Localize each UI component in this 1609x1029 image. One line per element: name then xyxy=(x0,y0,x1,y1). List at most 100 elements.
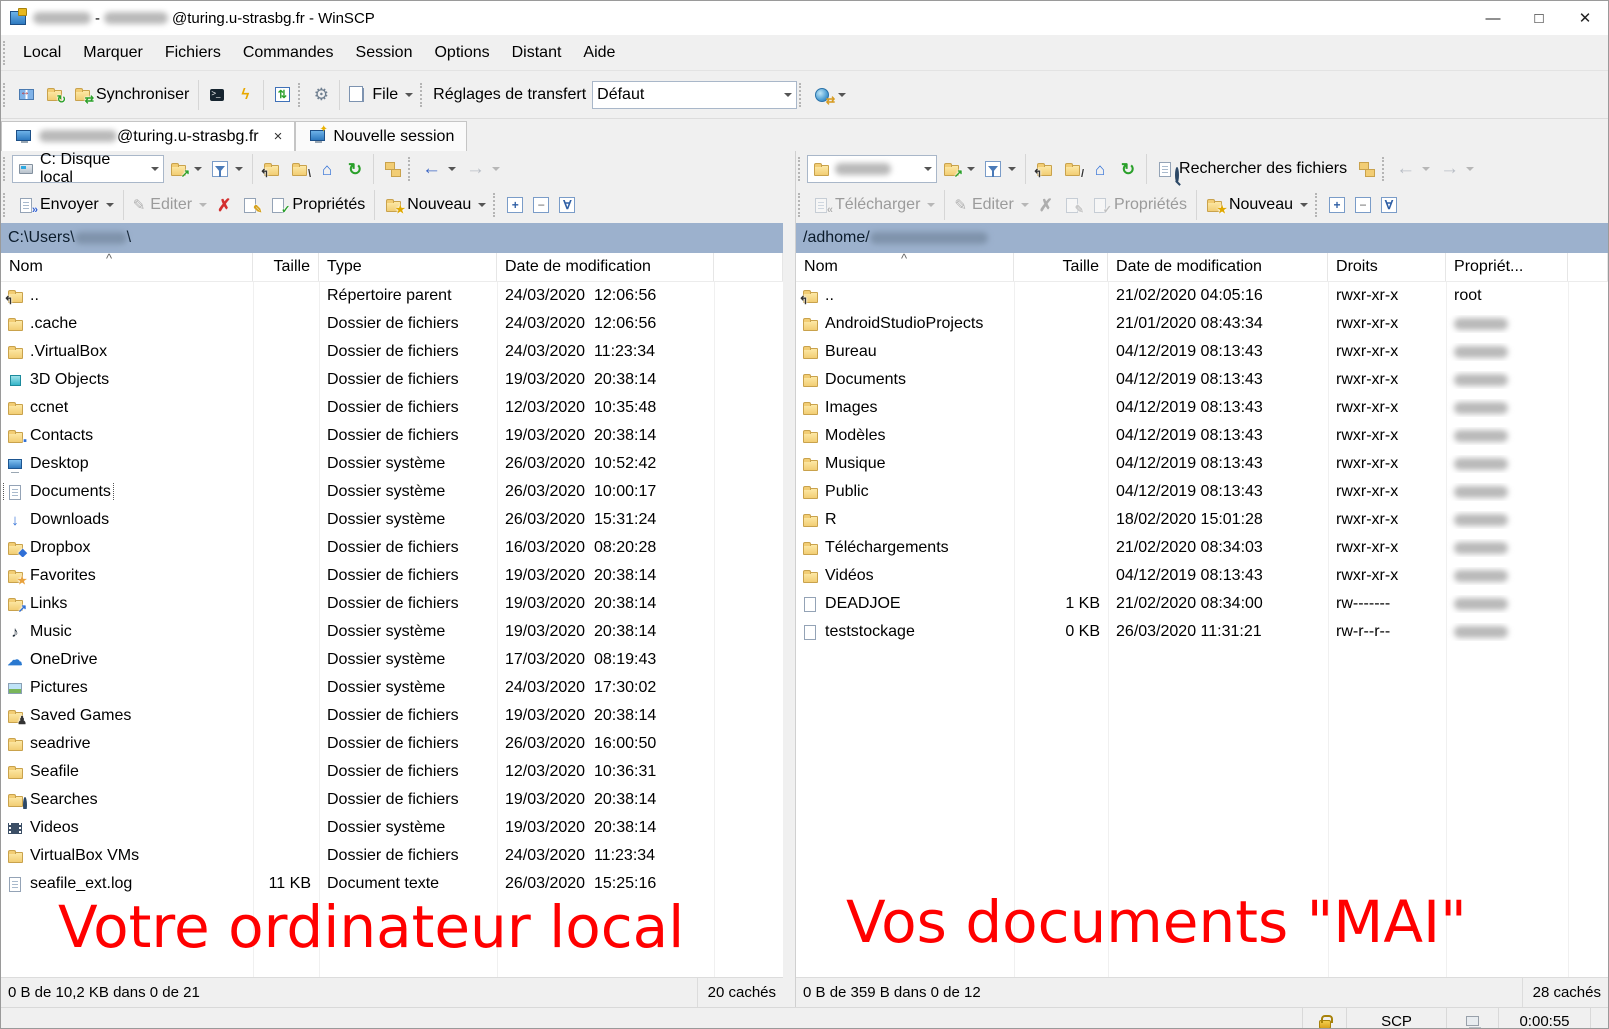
file-row[interactable]: DesktopDossier système26/03/2020 10:52:4… xyxy=(1,450,783,478)
new-session-tab[interactable]: Nouvelle session xyxy=(295,121,467,151)
protocol-cell[interactable]: SCP xyxy=(1346,1008,1446,1029)
menu-distant[interactable]: Distant xyxy=(501,35,573,70)
filter-button[interactable] xyxy=(207,157,248,181)
drive-selector[interactable]: C: Disque local xyxy=(12,155,164,183)
close-tab-icon[interactable]: × xyxy=(274,128,283,145)
transfer-settings-usage-button[interactable] xyxy=(808,83,851,107)
file-row[interactable]: PicturesDossier système24/03/2020 17:30:… xyxy=(1,674,783,702)
forward-button[interactable]: → xyxy=(461,157,505,181)
menu-aide[interactable]: Aide xyxy=(572,35,626,70)
delete-button[interactable]: ✗ xyxy=(212,194,236,217)
file-row[interactable]: .cacheDossier de fichiers24/03/2020 12:0… xyxy=(1,310,783,338)
file-row[interactable]: seafile_ext.log11 KBDocument texte26/03/… xyxy=(1,870,783,898)
remote-path-bar[interactable]: /adhome/ xyxy=(796,223,1608,253)
remote-hidden-count[interactable]: 28 cachés xyxy=(1522,978,1601,1007)
file-row[interactable]: 3D ObjectsDossier de fichiers19/03/2020 … xyxy=(1,366,783,394)
preferences-button[interactable]: ⚙ xyxy=(307,83,335,107)
file-row[interactable]: AndroidStudioProjects21/01/2020 08:43:34… xyxy=(796,310,1608,338)
file-row[interactable]: Vidéos04/12/2019 08:13:43rwxr-xr-x xyxy=(796,562,1608,590)
file-row[interactable]: ♟Saved GamesDossier de fichiers19/03/202… xyxy=(1,702,783,730)
file-row[interactable]: ♪MusicDossier système19/03/2020 20:38:14 xyxy=(1,618,783,646)
back-button[interactable]: ← xyxy=(417,157,461,181)
file-row[interactable]: .VirtualBoxDossier de fichiers24/03/2020… xyxy=(1,338,783,366)
edit-button[interactable]: ✎ Editer xyxy=(128,192,212,218)
directory-tree-button[interactable] xyxy=(1352,157,1380,181)
file-row[interactable]: ◆DropboxDossier de fichiers16/03/2020 08… xyxy=(1,534,783,562)
column-header-nom[interactable]: Nom xyxy=(1,253,253,281)
menu-commandes[interactable]: Commandes xyxy=(232,35,345,70)
file-row[interactable]: ↰..21/02/2020 04:05:16rwxr-xr-xroot xyxy=(796,282,1608,310)
properties-button[interactable]: ✓ Propriétés xyxy=(264,192,370,218)
rename-button[interactable]: ✎ xyxy=(236,193,264,217)
refresh-button[interactable]: ↻ xyxy=(1114,157,1142,181)
file-row[interactable]: ▪ContactsDossier de fichiers19/03/2020 2… xyxy=(1,422,783,450)
column-header-droits[interactable]: Droits xyxy=(1328,253,1446,281)
filter-button[interactable] xyxy=(980,157,1021,181)
menu-session[interactable]: Session xyxy=(345,35,424,70)
file-row[interactable]: DocumentsDossier système26/03/2020 10:00… xyxy=(1,478,783,506)
open-terminal-button[interactable] xyxy=(203,83,231,107)
synchronize-button[interactable]: ⇄ Synchroniser xyxy=(68,82,194,108)
file-row[interactable]: SearchesDossier de fichiers19/03/2020 20… xyxy=(1,786,783,814)
home-directory-button[interactable]: ⌂ xyxy=(313,157,341,181)
properties-button[interactable]: ✓ Propriétés xyxy=(1086,192,1192,218)
file-row[interactable]: Bureau04/12/2019 08:13:43rwxr-xr-x xyxy=(796,338,1608,366)
encryption-cell[interactable] xyxy=(1302,1008,1346,1029)
file-row[interactable]: Téléchargements21/02/2020 08:34:03rwxr-x… xyxy=(796,534,1608,562)
file-row[interactable]: VideosDossier système19/03/2020 20:38:14 xyxy=(1,814,783,842)
file-row[interactable]: VirtualBox VMsDossier de fichiers24/03/2… xyxy=(1,842,783,870)
session-tab[interactable]: @turing.u-strasbg.fr × xyxy=(1,121,295,151)
column-header-proprietaire[interactable]: Propriét... xyxy=(1446,253,1568,281)
local-path-bar[interactable]: C:\Users\\ xyxy=(1,223,783,253)
root-directory-button[interactable]: / xyxy=(1058,157,1086,181)
file-row[interactable]: SeafileDossier de fichiers12/03/2020 10:… xyxy=(1,758,783,786)
local-hidden-count[interactable]: 20 cachés xyxy=(697,978,776,1007)
menu-options[interactable]: Options xyxy=(423,35,500,70)
column-header-date[interactable]: Date de modification xyxy=(1108,253,1328,281)
file-row[interactable]: ☁OneDriveDossier système17/03/2020 08:19… xyxy=(1,646,783,674)
forward-button[interactable]: → xyxy=(1435,157,1479,181)
select-button[interactable]: + xyxy=(502,193,528,217)
select-by-filter-button[interactable]: ∀ xyxy=(554,193,580,217)
transfer-settings-combobox[interactable]: Défaut xyxy=(592,81,797,109)
remote-directory-selector[interactable] xyxy=(807,155,937,183)
unselect-button[interactable]: − xyxy=(528,193,554,217)
file-row[interactable]: DEADJOE1 KB21/02/2020 08:34:00rw------- xyxy=(796,590,1608,618)
close-button[interactable]: ✕ xyxy=(1562,1,1608,35)
console-command-button[interactable]: ϟ xyxy=(231,83,259,107)
file-row[interactable]: teststockage0 KB26/03/2020 11:31:21rw-r-… xyxy=(796,618,1608,646)
file-row[interactable]: Public04/12/2019 08:13:43rwxr-xr-x xyxy=(796,478,1608,506)
column-header-type[interactable]: Type xyxy=(319,253,497,281)
back-button[interactable]: ← xyxy=(1391,157,1435,181)
refresh-remote-button[interactable]: ↻ xyxy=(40,83,68,107)
column-header-taille[interactable]: Taille xyxy=(253,253,319,281)
file-row[interactable]: seadriveDossier de fichiers26/03/2020 16… xyxy=(1,730,783,758)
menu-local[interactable]: Local xyxy=(12,35,72,70)
file-row[interactable]: Images04/12/2019 08:13:43rwxr-xr-x xyxy=(796,394,1608,422)
queue-toggle-button[interactable]: ⇅ xyxy=(268,83,296,107)
edit-button[interactable]: ✎ Editer xyxy=(949,192,1033,218)
root-directory-button[interactable]: \ xyxy=(285,157,313,181)
directory-tree-button[interactable] xyxy=(378,157,406,181)
open-directory-button[interactable]: ↗ xyxy=(164,157,207,181)
refresh-button[interactable]: ↻ xyxy=(341,157,369,181)
upload-button[interactable]: » Envoyer xyxy=(12,192,119,218)
file-row[interactable]: Modèles04/12/2019 08:13:43rwxr-xr-x xyxy=(796,422,1608,450)
rename-button[interactable]: ✎ xyxy=(1058,193,1086,217)
menu-marquer[interactable]: Marquer xyxy=(72,35,154,70)
column-header-taille[interactable]: Taille xyxy=(1014,253,1108,281)
menu-fichiers[interactable]: Fichiers xyxy=(154,35,232,70)
minimize-button[interactable]: — xyxy=(1470,1,1516,35)
file-row[interactable]: Documents04/12/2019 08:13:43rwxr-xr-x xyxy=(796,366,1608,394)
parent-directory-button[interactable]: ↰ xyxy=(257,157,285,181)
file-row[interactable]: ↗LinksDossier de fichiers19/03/2020 20:3… xyxy=(1,590,783,618)
open-directory-button[interactable]: ↗ xyxy=(937,157,980,181)
file-row[interactable]: ★FavoritesDossier de fichiers19/03/2020 … xyxy=(1,562,783,590)
file-row[interactable]: ccnetDossier de fichiers12/03/2020 10:35… xyxy=(1,394,783,422)
parent-directory-button[interactable]: ↰ xyxy=(1030,157,1058,181)
new-button[interactable]: ★ Nouveau xyxy=(379,192,491,218)
maximize-button[interactable]: □ xyxy=(1516,1,1562,35)
file-row[interactable]: ↓DownloadsDossier système26/03/2020 15:3… xyxy=(1,506,783,534)
new-button[interactable]: ★ Nouveau xyxy=(1201,192,1313,218)
column-header-date[interactable]: Date de modification xyxy=(497,253,714,281)
